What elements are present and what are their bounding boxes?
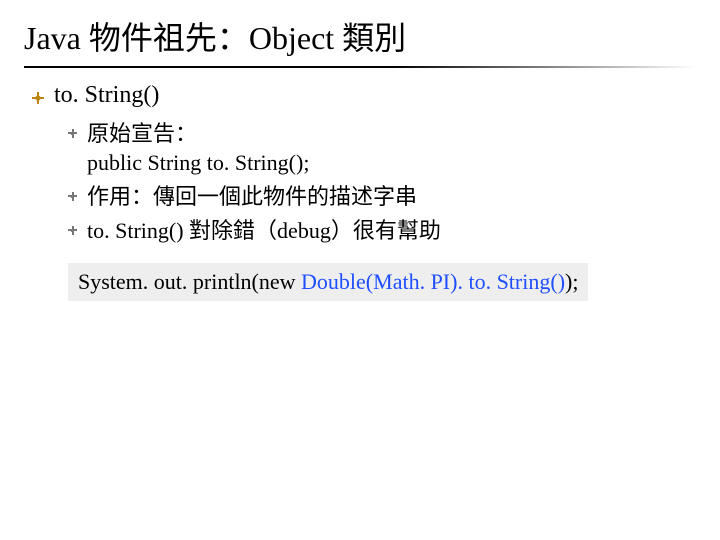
bullet-text: to. String() 對除錯（debug）很有幫助 [87, 216, 441, 246]
bullet-text: 原始宣告： public String to. String(); [87, 119, 309, 178]
bullet-level2: 原始宣告： public String to. String(); [68, 119, 696, 178]
bullet-level1: to. String() [32, 82, 696, 109]
code-example: System. out. println(new Double(Math. PI… [68, 263, 588, 301]
code-suffix: ); [565, 269, 578, 294]
code-highlight: Double(Math. PI). to. String() [301, 269, 565, 294]
slide: Java 物件祖先：Object 類別 to. String() 原始宣告： p… [0, 0, 720, 540]
code-prefix: System. out. println(new [78, 269, 301, 294]
section-heading: to. String() [54, 82, 159, 109]
bullet-icon [32, 92, 44, 104]
bullet-icon [68, 226, 77, 235]
bullet-text: 作用：傳回一個此物件的描述字串 [87, 182, 417, 212]
bullet-icon [68, 192, 77, 201]
slide-title: Java 物件祖先：Object 類別 [24, 18, 696, 66]
bullet-level2: 作用：傳回一個此物件的描述字串 [68, 182, 696, 212]
bullet-icon [68, 129, 77, 138]
bullet-level2: to. String() 對除錯（debug）很有幫助 [68, 216, 696, 246]
title-underline [24, 66, 696, 68]
